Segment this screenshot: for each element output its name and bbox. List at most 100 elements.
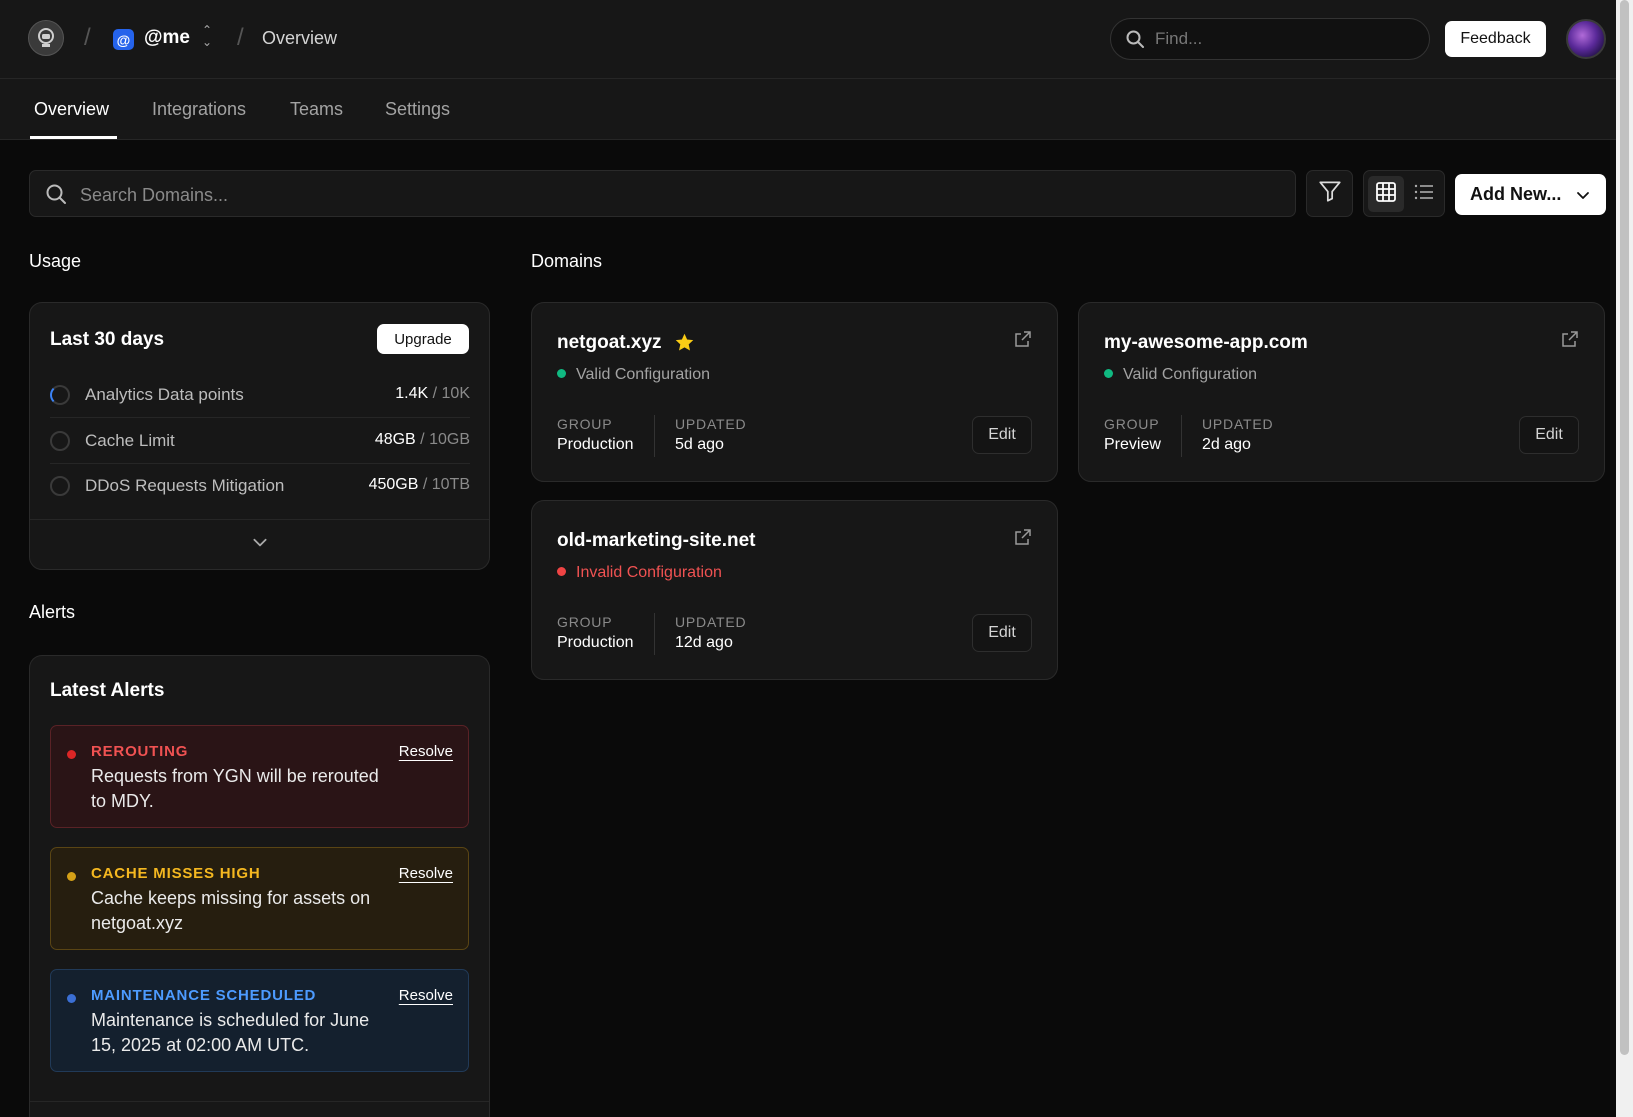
filter-button[interactable] (1306, 170, 1353, 217)
meta-divider (654, 415, 655, 457)
star-icon[interactable] (674, 332, 695, 358)
external-link-icon[interactable] (1014, 528, 1032, 551)
find-box[interactable] (1110, 18, 1430, 60)
updated-value: 2d ago (1202, 436, 1251, 453)
add-new-button[interactable]: Add New... (1455, 174, 1606, 215)
scope-name[interactable]: @me (144, 27, 190, 49)
upgrade-button[interactable]: Upgrade (377, 324, 469, 354)
domain-name[interactable]: netgoat.xyz (557, 332, 662, 354)
resolve-link[interactable]: Resolve (399, 987, 453, 1004)
tab-bar: Overview Integrations Teams Settings (0, 79, 1616, 140)
find-input[interactable] (1155, 27, 1415, 51)
updated-label: UPDATED (1202, 416, 1274, 432)
goat-logo-icon[interactable] (28, 20, 64, 56)
chevron-down-icon (251, 533, 269, 556)
usage-section-title: Usage (29, 251, 82, 271)
usage-label: Cache Limit (85, 431, 175, 450)
list-icon (1413, 181, 1435, 208)
group-label: GROUP (1104, 416, 1160, 432)
domain-status-text: Valid Configuration (576, 366, 711, 383)
grid-icon (1375, 181, 1397, 208)
alerts-card: Latest Alerts REROUTING Requests from YG… (29, 655, 490, 1117)
domain-updated: UPDATED 12d ago (675, 614, 746, 652)
group-value: Production (557, 436, 634, 453)
user-avatar[interactable] (1566, 19, 1606, 59)
chevron-up-down-icon[interactable]: ⌃ ⌄ (202, 24, 212, 48)
external-link-icon[interactable] (1561, 330, 1579, 353)
alert-dot-icon (67, 872, 76, 881)
alert-message: Cache keeps missing for assets on netgoa… (91, 888, 371, 933)
domain-group: GROUP Production (557, 416, 634, 454)
alert-item: CACHE MISSES HIGH Cache keeps missing fo… (50, 847, 469, 950)
domain-status: Valid Configuration (1104, 366, 1257, 384)
usage-label: DDoS Requests Mitigation (85, 476, 285, 495)
domain-group: GROUP Preview (1104, 416, 1161, 454)
filter-icon (1317, 178, 1343, 209)
usage-used: 450GB (368, 476, 419, 493)
tab-overview[interactable]: Overview (34, 99, 109, 120)
group-value: Preview (1104, 436, 1161, 453)
status-dot-icon (557, 369, 566, 378)
edit-button[interactable]: Edit (972, 416, 1032, 454)
feedback-button[interactable]: Feedback (1445, 21, 1546, 57)
active-tab-indicator (30, 136, 117, 139)
edit-button[interactable]: Edit (1519, 416, 1579, 454)
usage-row: Cache Limit 48GB / 10GB (50, 418, 470, 464)
alert-message: Maintenance is scheduled for June 15, 20… (91, 1010, 370, 1055)
alerts-section-title: Alerts (29, 602, 76, 622)
usage-value: 48GB / 10GB (374, 431, 470, 448)
status-dot-icon (1104, 369, 1113, 378)
alert-title: MAINTENANCE SCHEDULED (91, 987, 317, 1004)
usage-expand-button[interactable] (30, 519, 489, 569)
resolve-link[interactable]: Resolve (399, 743, 453, 760)
list-view-button[interactable] (1406, 176, 1442, 212)
edit-button[interactable]: Edit (972, 614, 1032, 652)
alerts-footer-divider (30, 1101, 489, 1102)
resolve-link[interactable]: Resolve (399, 865, 453, 882)
domain-card[interactable]: my-awesome-app.com Valid Configuration G… (1078, 302, 1605, 482)
progress-ring-icon (50, 385, 70, 405)
domain-card[interactable]: netgoat.xyz Valid Configuration GROUP Pr… (531, 302, 1058, 482)
usage-limit: 10K (441, 385, 470, 402)
alert-item: REROUTING Requests from YGN will be rero… (50, 725, 469, 828)
usage-label: Analytics Data points (85, 385, 244, 404)
grid-view-button[interactable] (1368, 176, 1404, 212)
alerts-card-title: Latest Alerts (50, 680, 165, 701)
usage-used: 48GB (374, 431, 416, 448)
external-link-icon[interactable] (1014, 330, 1032, 353)
search-icon (1125, 29, 1145, 54)
usage-used: 1.4K (395, 385, 429, 402)
usage-row: Analytics Data points 1.4K / 10K (50, 372, 470, 418)
alert-title: CACHE MISSES HIGH (91, 865, 261, 882)
search-icon (45, 183, 67, 210)
tab-integrations[interactable]: Integrations (152, 99, 246, 120)
updated-value: 5d ago (675, 436, 724, 453)
top-bar: / @ @me ⌃⌄ / Overview Feedback (0, 0, 1616, 79)
domain-name[interactable]: old-marketing-site.net (557, 530, 755, 552)
breadcrumb-separator: / (237, 24, 244, 51)
updated-label: UPDATED (675, 614, 747, 630)
tab-teams[interactable]: Teams (290, 99, 343, 120)
usage-card: Last 30 days Upgrade Analytics Data poin… (29, 302, 490, 570)
updated-value: 12d ago (675, 634, 733, 651)
chevron-down-icon (1575, 187, 1591, 208)
domain-search-input[interactable] (80, 183, 1260, 207)
domain-status-text: Valid Configuration (1123, 366, 1258, 383)
progress-ring-icon (50, 476, 70, 496)
domain-search-box[interactable] (29, 170, 1296, 217)
add-new-label: Add New... (1470, 184, 1562, 204)
alert-title: REROUTING (91, 743, 189, 760)
alert-dot-icon (67, 750, 76, 759)
breadcrumb-separator: / (84, 24, 91, 51)
alert-message: Requests from YGN will be rerouted to MD… (91, 766, 379, 811)
domain-group: GROUP Production (557, 614, 634, 652)
scope-at-icon: @ (113, 29, 134, 50)
group-value: Production (557, 634, 634, 651)
page-scrollbar-thumb[interactable] (1620, 0, 1629, 1055)
tab-settings[interactable]: Settings (385, 99, 450, 120)
domain-status: Invalid Configuration (557, 564, 722, 582)
domain-card[interactable]: old-marketing-site.net Invalid Configura… (531, 500, 1058, 680)
domain-updated: UPDATED 5d ago (675, 416, 746, 454)
domain-name[interactable]: my-awesome-app.com (1104, 332, 1308, 354)
domain-status-text: Invalid Configuration (576, 564, 722, 581)
